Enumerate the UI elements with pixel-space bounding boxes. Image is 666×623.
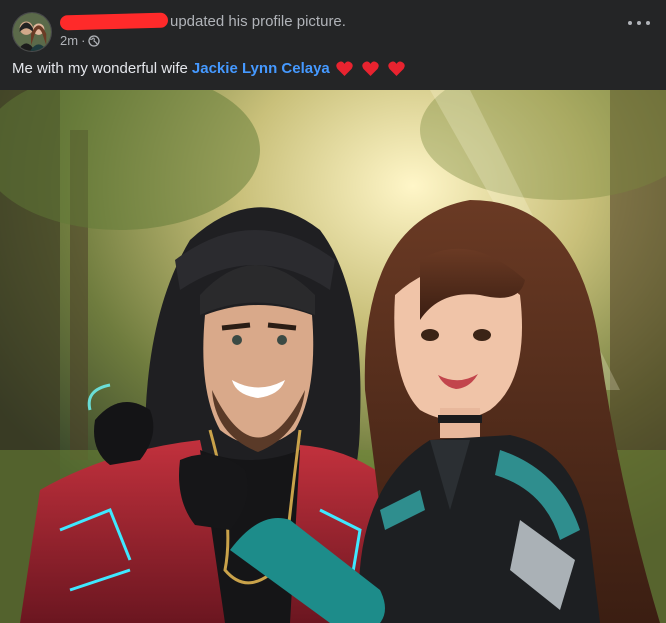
caption-text: Me with my wonderful wife [12,60,188,77]
globe-icon[interactable] [88,34,101,47]
heart-icon [362,61,379,76]
post-header: updated his profile picture. [59,11,346,31]
author-avatar[interactable] [12,12,52,52]
post-meta: 2m · [60,33,101,48]
more-options-icon[interactable] [628,18,650,28]
avatar-image [13,13,51,51]
couple-illustration [0,90,666,623]
mention-link[interactable]: Jackie Lynn Celaya [192,60,330,77]
heart-emojis [336,61,405,76]
post-photo[interactable] [0,90,666,623]
post-caption: Me with my wonderful wife Jackie Lynn Ce… [12,60,405,77]
heart-icon [336,61,353,76]
redacted-author-name [59,12,169,30]
meta-separator: · [81,33,86,48]
feed-post: updated his profile picture. 2m · Me wit… [0,0,666,623]
heart-icon [388,61,405,76]
post-timestamp[interactable]: 2m [60,33,78,48]
post-action-text: updated his profile picture. [170,12,346,30]
